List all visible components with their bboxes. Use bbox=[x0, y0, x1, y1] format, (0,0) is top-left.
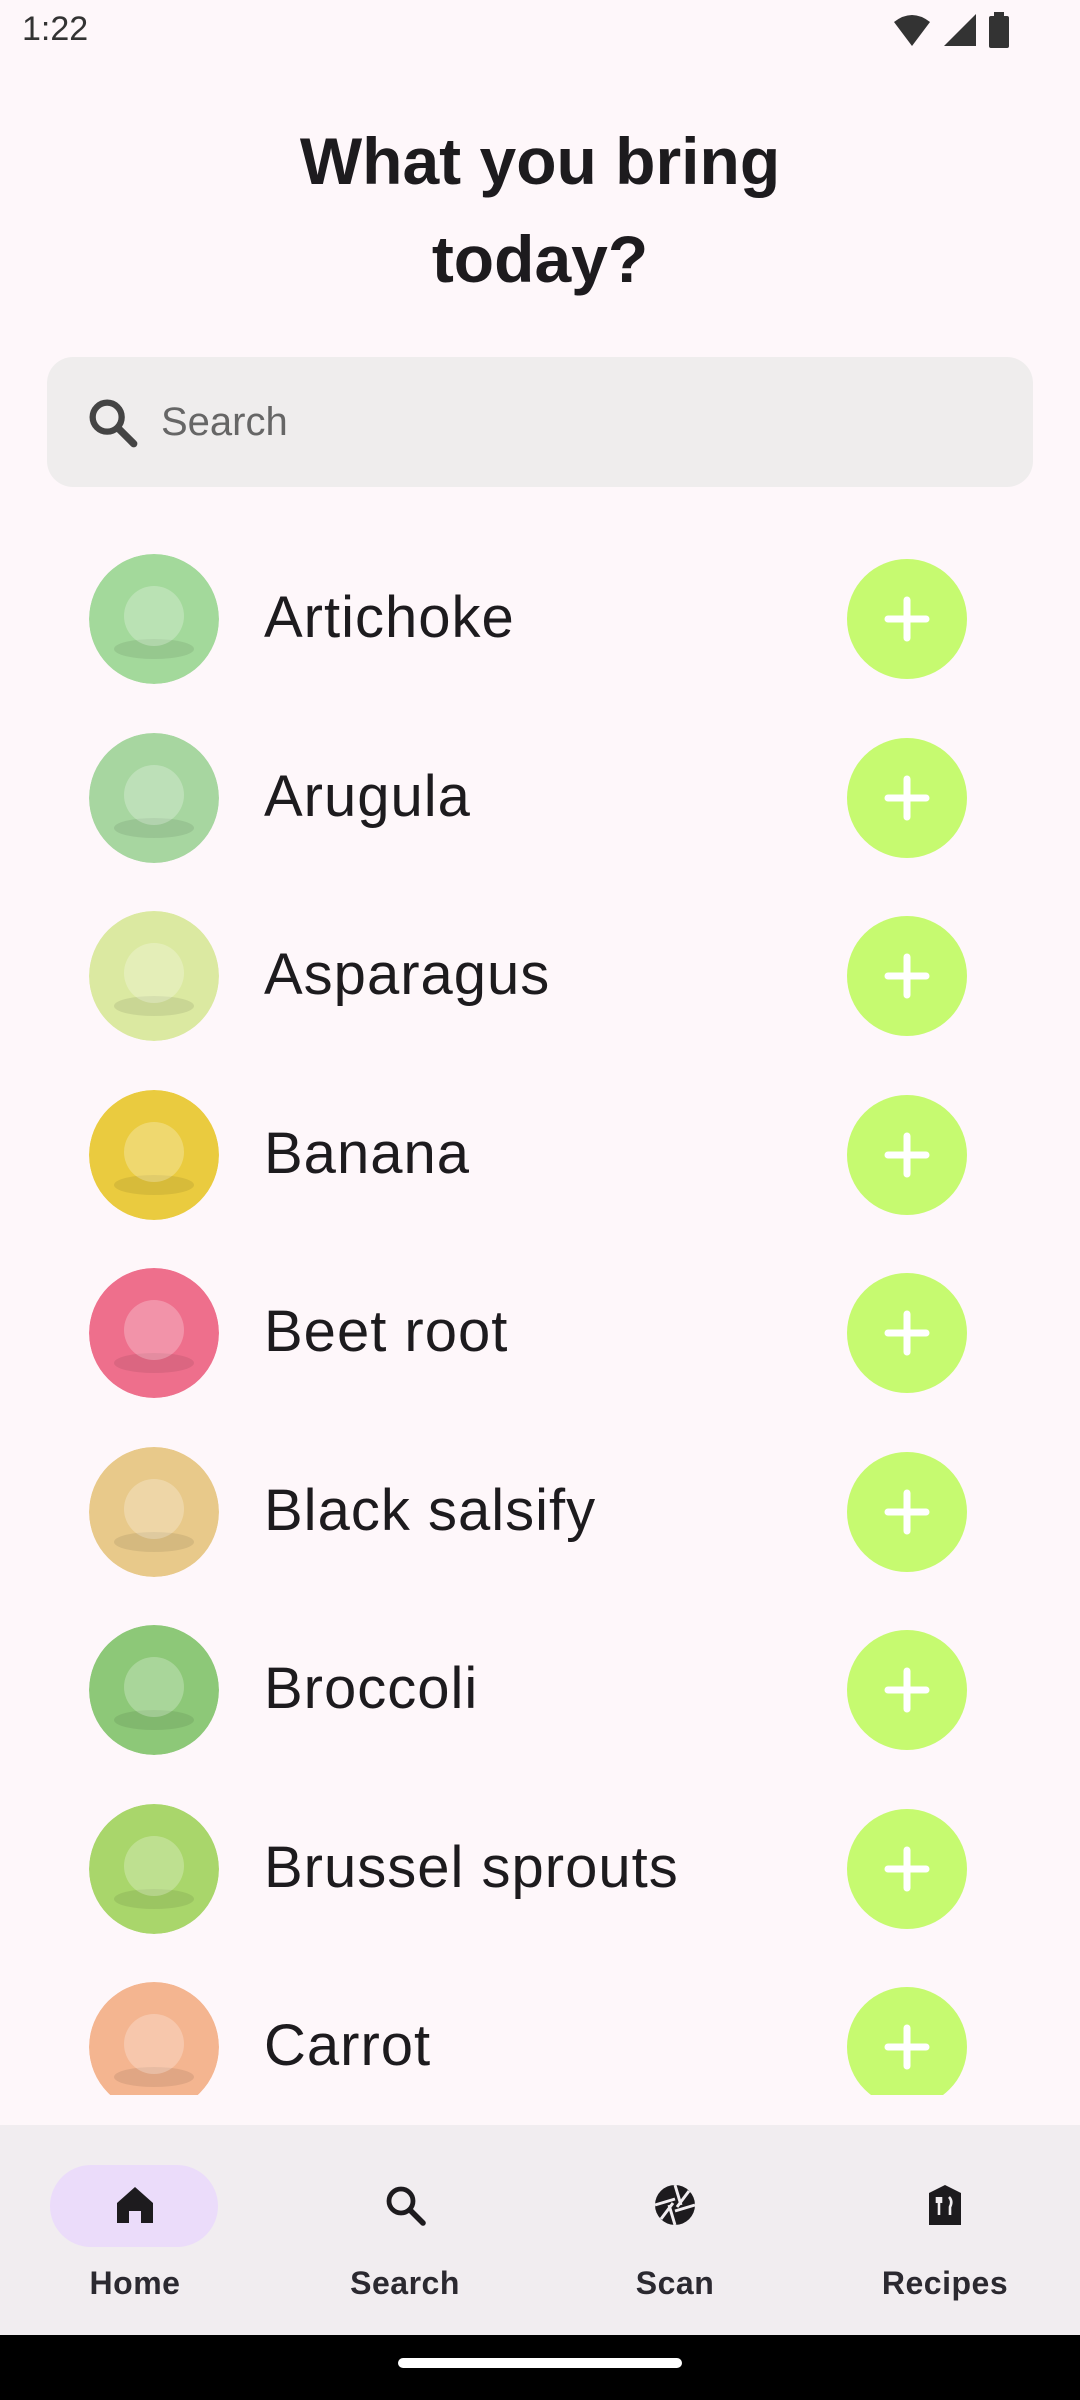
nav-item-recipes[interactable]: Recipes bbox=[810, 2125, 1080, 2335]
nav-item-home[interactable]: Home bbox=[0, 2125, 270, 2335]
list-item-label: Beet root bbox=[264, 1299, 509, 1364]
list-item-label: Black salsify bbox=[264, 1477, 597, 1543]
list-item[interactable]: Broccoli bbox=[0, 1601, 1080, 1779]
list-item[interactable]: Arugula bbox=[0, 709, 1080, 887]
battery-icon bbox=[989, 12, 1009, 48]
produce-image bbox=[89, 1803, 219, 1934]
plus-icon bbox=[884, 1489, 930, 1534]
add-button[interactable] bbox=[847, 559, 967, 679]
list-item[interactable]: Banana bbox=[0, 1066, 1080, 1244]
list-item-label: Broccoli bbox=[264, 1656, 479, 1721]
produce-image bbox=[89, 1089, 219, 1220]
produce-image bbox=[89, 554, 219, 684]
list-item[interactable]: Asparagus bbox=[0, 887, 1080, 1065]
plus-icon bbox=[884, 953, 930, 999]
search-input[interactable] bbox=[159, 398, 963, 446]
list-item[interactable]: Artichoke bbox=[0, 530, 1080, 708]
status-icons bbox=[892, 12, 1010, 48]
add-button[interactable] bbox=[847, 737, 967, 858]
nav-label: Scan bbox=[635, 2265, 715, 2301]
search-bar[interactable] bbox=[47, 357, 1033, 487]
list-item[interactable]: Carrot bbox=[0, 1958, 1080, 2095]
produce-image bbox=[89, 1625, 219, 1755]
recipes-icon bbox=[929, 2185, 961, 2225]
add-button[interactable] bbox=[847, 1273, 967, 1393]
wifi-icon bbox=[894, 15, 930, 46]
status-time: 1:22 bbox=[22, 10, 89, 48]
nav-label: Home bbox=[89, 2265, 181, 2301]
plus-icon bbox=[884, 596, 930, 642]
add-button[interactable] bbox=[847, 1094, 967, 1215]
gesture-bar bbox=[0, 2335, 1080, 2400]
plus-icon bbox=[884, 1846, 930, 1891]
page-title-line-2: today? bbox=[431, 222, 649, 296]
nav-label: Search bbox=[350, 2265, 460, 2301]
page-title-line-1: What you bring bbox=[299, 124, 781, 198]
home-gesture-handle[interactable] bbox=[398, 2358, 682, 2368]
page-title: What you bring today? bbox=[0, 112, 1080, 308]
home-icon bbox=[117, 2187, 153, 2223]
plus-icon bbox=[884, 1667, 930, 1713]
search-icon bbox=[89, 399, 138, 448]
search-icon bbox=[386, 2186, 426, 2226]
plus-icon bbox=[884, 1310, 930, 1356]
bottom-navigation: Home Search Scan Recipes bbox=[0, 2125, 1080, 2335]
list-item-label: Banana bbox=[264, 1120, 470, 1186]
camera-aperture-icon bbox=[654, 2184, 696, 2226]
produce-image bbox=[89, 1446, 219, 1577]
plus-icon bbox=[884, 1132, 930, 1177]
list-item-label: Artichoke bbox=[264, 585, 515, 650]
produce-image bbox=[89, 1268, 219, 1398]
produce-image bbox=[89, 911, 219, 1041]
list-item-label: Arugula bbox=[264, 763, 471, 829]
status-bar: 1:22 bbox=[0, 0, 1080, 64]
signal-icon bbox=[944, 14, 976, 46]
nav-item-search[interactable]: Search bbox=[270, 2125, 540, 2335]
list-item[interactable]: Black salsify bbox=[0, 1423, 1080, 1601]
list-item-label: Carrot bbox=[264, 2013, 432, 2078]
nav-item-scan[interactable]: Scan bbox=[540, 2125, 810, 2335]
plus-icon bbox=[884, 775, 930, 820]
produce-list[interactable]: Artichoke Arugula Asparagus Banana Beet root… bbox=[0, 530, 1080, 2095]
list-item-label: Asparagus bbox=[264, 942, 551, 1007]
nav-label: Recipes bbox=[881, 2265, 1009, 2301]
add-button[interactable] bbox=[847, 1451, 967, 1572]
list-item[interactable]: Beet root bbox=[0, 1244, 1080, 1422]
plus-icon bbox=[884, 2024, 930, 2070]
add-button[interactable] bbox=[847, 1630, 967, 1750]
add-button[interactable] bbox=[847, 1987, 967, 2095]
add-button[interactable] bbox=[847, 1808, 967, 1929]
add-button[interactable] bbox=[847, 916, 967, 1036]
list-item-label: Brussel sprouts bbox=[264, 1834, 679, 1900]
list-item[interactable]: Brussel sprouts bbox=[0, 1780, 1080, 1958]
produce-image bbox=[89, 732, 219, 863]
produce-image bbox=[89, 1982, 219, 2095]
